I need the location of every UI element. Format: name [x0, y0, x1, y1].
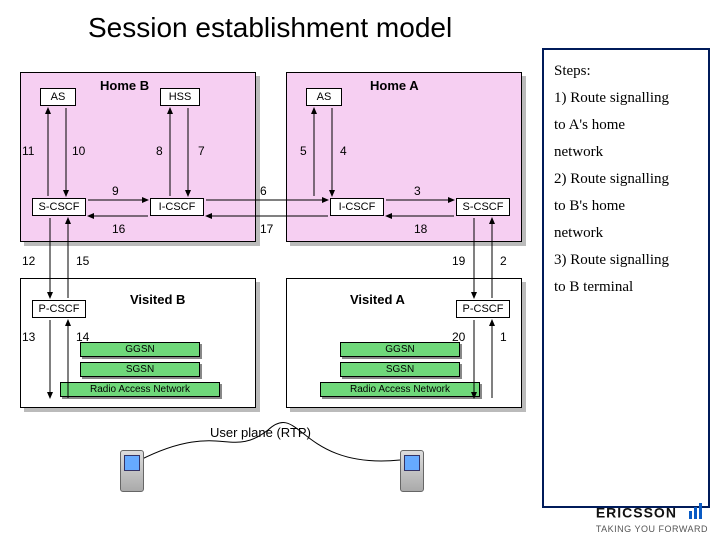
steps-line: 3) Route signalling — [554, 247, 698, 274]
step-number: 3 — [414, 184, 421, 198]
step-number: 6 — [260, 184, 267, 198]
steps-line: 2) Route signalling — [554, 166, 698, 193]
brand-logo: ERICSSON TAKING YOU FORWARD — [596, 503, 708, 534]
pcscf-a-node: P-CSCF — [456, 300, 510, 318]
user-plane-label: User plane (RTP) — [210, 425, 311, 440]
home-b-label: Home B — [100, 78, 149, 93]
icscf-b-node: I-CSCF — [150, 198, 204, 216]
brand-tagline: TAKING YOU FORWARD — [596, 524, 708, 534]
sgsn-a-node: SGSN — [340, 362, 460, 377]
step-number: 1 — [500, 330, 507, 344]
ran-a-node: Radio Access Network — [320, 382, 480, 397]
step-number: 7 — [198, 144, 205, 158]
scscf-a-node: S-CSCF — [456, 198, 510, 216]
steps-heading: Steps: — [554, 58, 698, 85]
steps-line: network — [554, 220, 698, 247]
as-b-node: AS — [40, 88, 76, 106]
step-number: 14 — [76, 330, 89, 344]
step-number: 4 — [340, 144, 347, 158]
slide-title: Session establishment model — [88, 12, 452, 44]
step-number: 11 — [22, 144, 34, 158]
ggsn-b-node: GGSN — [80, 342, 200, 357]
steps-line: network — [554, 139, 698, 166]
step-number: 19 — [452, 254, 465, 268]
ggsn-a-node: GGSN — [340, 342, 460, 357]
step-number: 15 — [76, 254, 89, 268]
step-number: 8 — [156, 144, 163, 158]
scscf-b-node: S-CSCF — [32, 198, 86, 216]
step-number: 2 — [500, 254, 507, 268]
steps-line: to B's home — [554, 193, 698, 220]
step-number: 13 — [22, 330, 35, 344]
step-number: 16 — [112, 222, 125, 236]
brand-bars-icon — [687, 503, 702, 524]
phone-a-icon — [400, 450, 424, 492]
as-a-node: AS — [306, 88, 342, 106]
home-a-label: Home A — [370, 78, 419, 93]
steps-line: to A's home — [554, 112, 698, 139]
step-number: 5 — [300, 144, 307, 158]
hss-node: HSS — [160, 88, 200, 106]
brand-name: ERICSSON — [596, 505, 677, 521]
pcscf-b-node: P-CSCF — [32, 300, 86, 318]
step-number: 17 — [260, 222, 273, 236]
visited-a-label: Visited A — [350, 292, 405, 307]
step-number: 18 — [414, 222, 427, 236]
step-number: 12 — [22, 254, 35, 268]
visited-b-label: Visited B — [130, 292, 185, 307]
steps-panel: Steps: 1) Route signalling to A's home n… — [542, 48, 710, 508]
sgsn-b-node: SGSN — [80, 362, 200, 377]
icscf-a-node: I-CSCF — [330, 198, 384, 216]
step-number: 20 — [452, 330, 465, 344]
steps-line: to B terminal — [554, 274, 698, 301]
step-number: 10 — [72, 144, 85, 158]
steps-line: 1) Route signalling — [554, 85, 698, 112]
phone-b-icon — [120, 450, 144, 492]
step-number: 9 — [112, 184, 119, 198]
ran-b-node: Radio Access Network — [60, 382, 220, 397]
